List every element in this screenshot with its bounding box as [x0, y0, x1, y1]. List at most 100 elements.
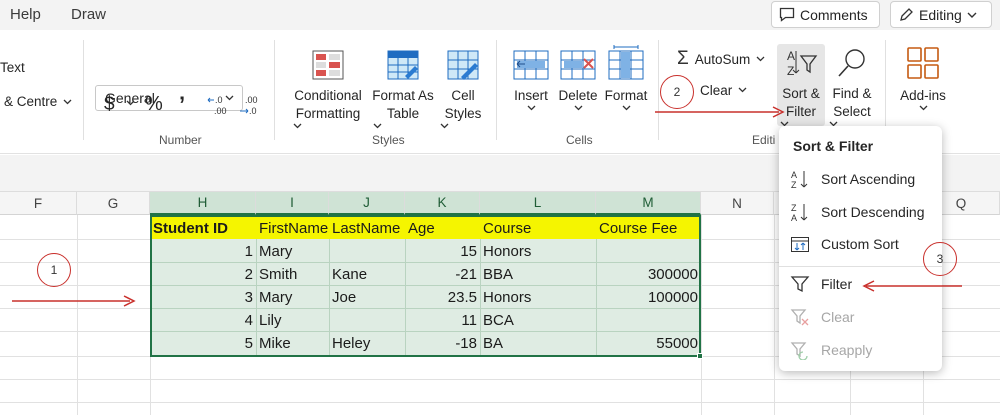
table-cell[interactable]: Mike: [256, 332, 329, 355]
table-cell[interactable]: Honors: [480, 286, 596, 309]
add-ins-icon: [907, 47, 939, 79]
clear-button[interactable]: Clear: [700, 79, 747, 101]
svg-text:.0: .0: [215, 95, 223, 105]
wrap-text-button[interactable]: Text: [0, 60, 25, 75]
autosum-button[interactable]: Σ AutoSum: [677, 48, 765, 70]
column-header-h[interactable]: H: [150, 192, 256, 215]
table-cell[interactable]: [596, 240, 701, 263]
group-divider: [274, 40, 275, 140]
table-cell[interactable]: Kane: [329, 263, 405, 286]
custom-sort-item[interactable]: Custom Sort: [779, 229, 942, 259]
table-cell[interactable]: Lily: [256, 309, 329, 332]
sort-ascending-item[interactable]: AZ Sort Ascending: [779, 164, 942, 194]
find-select-button[interactable]: Find & Select: [826, 48, 878, 135]
chevron-down-icon: [622, 105, 630, 111]
percent-button[interactable]: %: [145, 93, 163, 116]
comments-button[interactable]: Comments: [771, 1, 880, 28]
format-as-table-label-1: Format As: [372, 88, 434, 103]
chevron-down-icon: [126, 100, 135, 106]
step-2-arrow: [655, 106, 785, 118]
column-header-n[interactable]: N: [701, 192, 774, 215]
table-cell[interactable]: Heley: [329, 332, 405, 355]
sort-descending-item[interactable]: ZA Sort Descending: [779, 197, 942, 227]
conditional-formatting-button[interactable]: Conditional Formatting: [290, 50, 366, 137]
chevron-down-icon: [967, 12, 977, 18]
custom-sort-icon: [791, 237, 809, 252]
decrease-decimal-icon: .00.0: [240, 95, 258, 116]
table-cell[interactable]: 11: [405, 309, 480, 332]
sort-descending-label: Sort Descending: [821, 204, 925, 220]
increase-decimal-button[interactable]: .0.00: [207, 94, 231, 116]
comma-style-button[interactable]: ’: [179, 92, 185, 118]
menu-help[interactable]: Help: [10, 6, 41, 23]
table-cell[interactable]: 300000: [596, 263, 701, 286]
magnifier-icon: [838, 49, 865, 77]
table-cell[interactable]: 100000: [596, 286, 701, 309]
column-header-i[interactable]: I: [256, 192, 329, 215]
clear-filter-label: Clear: [821, 309, 855, 325]
column-header-g[interactable]: G: [77, 192, 150, 215]
svg-text:.00: .00: [214, 106, 227, 116]
cell-styles-button[interactable]: Cell Styles: [437, 50, 489, 137]
format-cells-button[interactable]: Format: [602, 44, 650, 119]
table-cell[interactable]: -18: [405, 332, 480, 355]
menu-draw[interactable]: Draw: [71, 6, 106, 23]
group-divider: [658, 40, 659, 140]
table-cell[interactable]: [596, 309, 701, 332]
header-cell-lastname[interactable]: LastName: [329, 217, 405, 240]
table-cell[interactable]: BA: [480, 332, 596, 355]
sort-ascending-icon: AZ: [791, 170, 808, 189]
menu-bar: Help Draw Comments Editing: [0, 0, 1000, 30]
column-header-j[interactable]: J: [329, 192, 405, 215]
format-as-table-button[interactable]: Format As Table: [370, 50, 436, 137]
table-cell[interactable]: Joe: [329, 286, 405, 309]
grid-line: [77, 215, 78, 415]
table-cell[interactable]: BCA: [480, 309, 596, 332]
column-header-l[interactable]: L: [480, 192, 596, 215]
decrease-decimal-button[interactable]: .00.0: [239, 94, 263, 116]
header-cell-student-id[interactable]: Student ID: [150, 217, 256, 240]
grid-line: [0, 402, 1000, 403]
table-cell[interactable]: 55000: [596, 332, 701, 355]
delete-button[interactable]: Delete: [555, 50, 601, 119]
table-cell[interactable]: BBA: [480, 263, 596, 286]
table-cell[interactable]: Honors: [480, 240, 596, 263]
table-cell[interactable]: [329, 240, 405, 263]
table-cell[interactable]: 15: [405, 240, 480, 263]
column-header-m[interactable]: M: [596, 192, 701, 215]
svg-text:A: A: [791, 213, 797, 222]
header-cell-age[interactable]: Age: [405, 217, 480, 240]
reapply-item[interactable]: Reapply: [779, 335, 942, 365]
sort-filter-label-2: Filter: [786, 104, 816, 119]
number-group-label: Number: [159, 133, 202, 147]
cell-styles-icon: [447, 50, 479, 80]
header-cell-firstname[interactable]: FirstName: [256, 217, 329, 240]
grid-line: [0, 379, 1000, 380]
table-cell[interactable]: -21: [405, 263, 480, 286]
table-cell[interactable]: 1: [150, 240, 256, 263]
column-header-f[interactable]: F: [0, 192, 77, 215]
header-cell-course[interactable]: Course: [480, 217, 596, 240]
table-cell[interactable]: 3: [150, 286, 256, 309]
svg-text:A: A: [787, 49, 795, 63]
merge-centre-button[interactable]: & Centre: [4, 94, 57, 109]
add-ins-button[interactable]: Add-ins: [895, 46, 951, 119]
conditional-formatting-icon: [312, 50, 344, 80]
column-header-k[interactable]: K: [405, 192, 480, 215]
table-cell[interactable]: 5: [150, 332, 256, 355]
editing-label: Editing: [919, 6, 962, 23]
dropdown-divider: [779, 266, 942, 267]
header-cell-course-fee[interactable]: Course Fee: [596, 217, 701, 240]
table-cell[interactable]: Smith: [256, 263, 329, 286]
table-cell[interactable]: 2: [150, 263, 256, 286]
increase-decimal-icon: .0.00: [207, 95, 227, 116]
insert-button[interactable]: Insert: [508, 50, 554, 119]
table-cell[interactable]: Mary: [256, 240, 329, 263]
editing-mode-button[interactable]: Editing: [890, 1, 992, 28]
clear-filter-item[interactable]: Clear: [779, 302, 942, 332]
table-cell[interactable]: 23.5: [405, 286, 480, 309]
table-cell[interactable]: Mary: [256, 286, 329, 309]
currency-button[interactable]: $: [104, 94, 115, 116]
table-cell[interactable]: 4: [150, 309, 256, 332]
table-cell[interactable]: [329, 309, 405, 332]
